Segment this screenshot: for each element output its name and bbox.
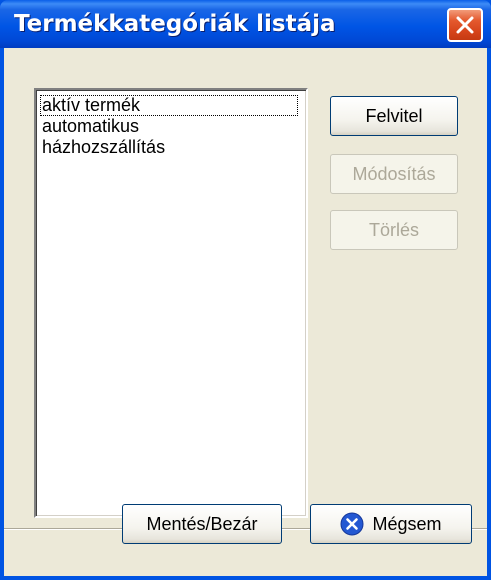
close-button[interactable]	[447, 8, 483, 42]
dialog-window: Termékkategóriák listája aktív termék au…	[0, 0, 491, 580]
close-icon	[456, 16, 474, 34]
cancel-button[interactable]: Mégsem	[310, 504, 472, 544]
list-item[interactable]: aktív termék	[40, 95, 298, 116]
delete-button[interactable]: Törlés	[330, 210, 458, 250]
save-close-button[interactable]: Mentés/Bezár	[122, 504, 282, 544]
add-button[interactable]: Felvitel	[330, 96, 458, 136]
window-title: Termékkategóriák listája	[14, 11, 336, 37]
category-listbox[interactable]: aktív termék automatikus házhozszállítás	[34, 88, 308, 518]
cancel-button-label: Mégsem	[372, 514, 442, 534]
modify-button[interactable]: Módosítás	[330, 154, 458, 194]
list-item[interactable]: házhozszállítás	[40, 137, 306, 158]
cancel-x-circle-icon	[340, 512, 364, 536]
list-item[interactable]: automatikus	[40, 116, 306, 137]
dialog-client-area: aktív termék automatikus házhozszállítás…	[4, 48, 487, 576]
title-bar[interactable]: Termékkategóriák listája	[0, 0, 491, 48]
